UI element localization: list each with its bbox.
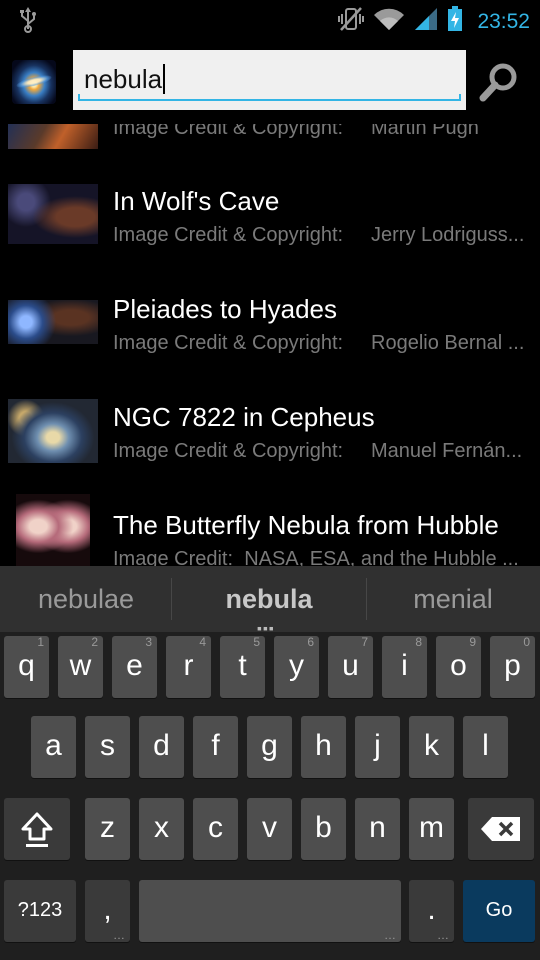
key-s[interactable]: s — [85, 716, 130, 778]
app-icon[interactable] — [12, 60, 56, 104]
list-item[interactable]: Pleiades to Hyades Image Credit & Copyri… — [0, 254, 540, 362]
key-t[interactable]: t5 — [220, 635, 265, 698]
action-bar: nebula — [0, 38, 540, 124]
key-n[interactable]: n — [355, 798, 400, 860]
search-icon[interactable] — [476, 60, 522, 106]
key-o[interactable]: o9 — [436, 635, 481, 698]
key-d[interactable]: d — [139, 716, 184, 778]
result-title: NGC 7822 in Cepheus — [113, 402, 375, 432]
result-credit: Image Credit & Copyright: Rogelio Bernal … — [113, 332, 525, 354]
key-i[interactable]: i8 — [382, 635, 427, 698]
suggestion-right[interactable]: menial — [366, 566, 540, 632]
period-key[interactable]: .… — [409, 880, 454, 942]
shift-icon — [20, 811, 54, 848]
backspace-key[interactable] — [468, 798, 534, 860]
comma-key[interactable]: ,… — [85, 880, 130, 942]
key-e[interactable]: e3 — [112, 635, 157, 698]
key-b[interactable]: b — [301, 798, 346, 860]
suggestion-left[interactable]: nebulae — [0, 566, 172, 632]
key-z[interactable]: z — [85, 798, 130, 860]
key-a[interactable]: a — [31, 716, 76, 778]
shift-key[interactable] — [4, 798, 70, 860]
key-g[interactable]: g — [247, 716, 292, 778]
text-cursor — [163, 64, 166, 94]
result-credit: Image Credit & Copyright: Manuel Fernán..… — [113, 440, 523, 462]
go-key[interactable]: Go — [463, 880, 535, 942]
list-item[interactable]: In Wolf's Cave Image Credit & Copyright:… — [0, 146, 540, 254]
search-query: nebula — [84, 64, 163, 94]
symbols-key[interactable]: ?123 — [4, 880, 76, 942]
key-x[interactable]: x — [139, 798, 184, 860]
key-v[interactable]: v — [247, 798, 292, 860]
result-thumbnail — [16, 494, 90, 566]
key-c[interactable]: c — [193, 798, 238, 860]
list-item[interactable]: NGC 7822 in Cepheus Image Credit & Copyr… — [0, 362, 540, 470]
search-underline — [78, 94, 461, 101]
list-item[interactable]: The Butterfly Nebula from Hubble Image C… — [0, 470, 540, 566]
result-title: The Butterfly Nebula from Hubble — [113, 510, 499, 540]
key-f[interactable]: f — [193, 716, 238, 778]
key-r[interactable]: r4 — [166, 635, 211, 698]
result-thumbnail — [8, 300, 98, 344]
backspace-icon — [480, 811, 522, 844]
key-u[interactable]: u7 — [328, 635, 373, 698]
key-l[interactable]: l — [463, 716, 508, 778]
soft-keyboard: nebulae nebula ▪▪▪ menial q1 w2 e3 r4 t5… — [0, 566, 540, 960]
result-thumbnail — [8, 184, 98, 244]
space-key[interactable]: … — [139, 880, 401, 942]
key-w[interactable]: w2 — [58, 635, 103, 698]
key-p[interactable]: p0 — [490, 635, 535, 698]
key-k[interactable]: k — [409, 716, 454, 778]
search-input[interactable]: nebula — [73, 50, 466, 110]
result-title: Pleiades to Hyades — [113, 294, 338, 324]
key-y[interactable]: y6 — [274, 635, 319, 698]
key-h[interactable]: h — [301, 716, 346, 778]
result-title: In Wolf's Cave — [113, 186, 280, 216]
result-credit: Image Credit: NASA, ESA, and the Hubble … — [113, 548, 519, 566]
result-credit: Image Credit & Copyright: Jerry Lodriguss… — [113, 224, 525, 246]
result-thumbnail — [8, 399, 98, 463]
key-m[interactable]: m — [409, 798, 454, 860]
suggestion-strip: nebulae nebula ▪▪▪ menial — [0, 566, 540, 636]
key-j[interactable]: j — [355, 716, 400, 778]
key-q[interactable]: q1 — [4, 635, 49, 698]
